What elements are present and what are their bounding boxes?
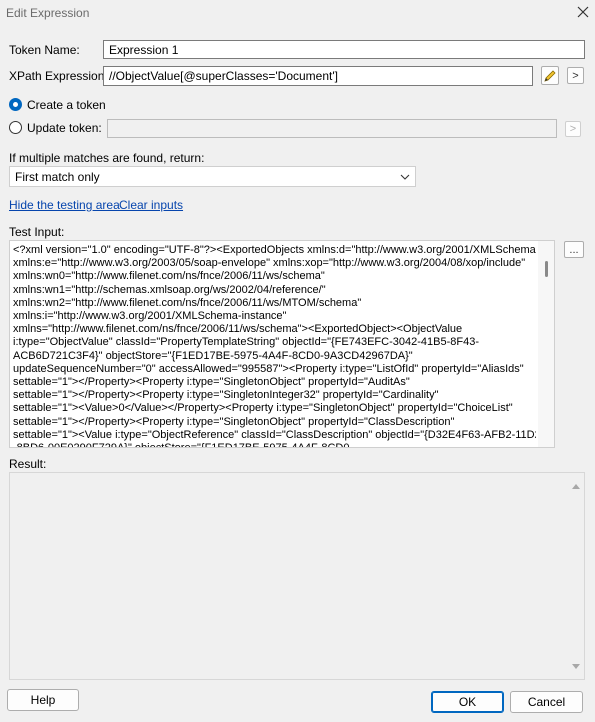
test-input-line: ACB6D721C3F4}" objectStore="{F1ED17BE-59… (13, 349, 413, 362)
result-area (9, 472, 585, 680)
test-input-line: xmlns:e="http://www.w3.org/2003/05/soap-… (13, 257, 526, 270)
scroll-up-arrow-icon[interactable] (571, 479, 581, 493)
test-input-line: updateSequenceNumber="0" accessAllowed="… (13, 362, 524, 375)
xpath-label: XPath Expression: (9, 69, 108, 83)
close-icon[interactable] (574, 3, 592, 21)
test-input-scroll-thumb[interactable] (545, 261, 548, 277)
test-input-scrollbar[interactable] (538, 241, 554, 447)
ok-button[interactable]: OK (431, 691, 504, 713)
test-input-line: xmlns:wn1="http://schemas.xmlsoap.org/ws… (13, 283, 326, 296)
test-input-line: <?xml version="1.0" encoding="UTF-8"?><E… (13, 244, 536, 256)
multiple-matches-label: If multiple matches are found, return: (9, 151, 205, 165)
multiple-matches-select[interactable]: First match only (9, 166, 416, 187)
update-token-label[interactable]: Update token: (27, 121, 102, 135)
test-input-textarea[interactable]: <?xml version="1.0" encoding="UTF-8"?><E… (9, 240, 555, 448)
pencil-icon (543, 69, 557, 83)
test-input-line: i:type="ObjectValue" classId="PropertyTe… (13, 336, 479, 349)
chevron-down-icon (400, 174, 410, 180)
xpath-input[interactable]: //ObjectValue[@superClasses='Document'] (103, 66, 533, 86)
test-input-line: xmlns:wn0="http://www.filenet.com/ns/fnc… (13, 270, 325, 283)
cancel-button[interactable]: Cancel (510, 691, 583, 713)
test-input-line: settable="1"><Value>0</Value></Property>… (13, 402, 513, 415)
test-input-line: xmlns:i="http://www.w3.org/2001/XMLSchem… (13, 310, 287, 323)
test-input-label: Test Input: (9, 225, 65, 239)
clear-inputs-link[interactable]: Clear inputs (119, 198, 183, 212)
test-input-line: settable="1"><Value i:type="ObjectRefere… (13, 428, 536, 441)
update-token-input[interactable] (107, 119, 557, 138)
test-input-line: settable="1"></Property><Property i:type… (13, 415, 455, 428)
hide-testing-area-link[interactable]: Hide the testing area (9, 198, 120, 212)
token-name-input[interactable]: Expression 1 (103, 40, 585, 59)
xpath-arrow-button[interactable]: > (567, 67, 584, 84)
result-label: Result: (9, 457, 47, 471)
test-input-line: xmlns:wn2="http://www.filenet.com/ns/fnc… (13, 296, 362, 309)
token-name-label: Token Name: (9, 43, 80, 57)
multiple-matches-value: First match only (15, 169, 100, 184)
window-title: Edit Expression (6, 6, 90, 20)
scroll-down-arrow-icon[interactable] (571, 659, 581, 673)
create-token-radio[interactable] (9, 98, 22, 111)
test-input-line: settable="1"></Property><Property i:type… (13, 389, 439, 402)
edit-xpath-button[interactable] (541, 66, 559, 85)
update-token-arrow-button[interactable]: > (565, 121, 581, 137)
help-button[interactable]: Help (7, 689, 79, 711)
test-input-line: settable="1"></Property><Property i:type… (13, 376, 410, 389)
update-token-radio[interactable] (9, 121, 22, 134)
test-input-line: xmlns="http://www.filenet.com/ns/fnce/20… (13, 323, 463, 336)
test-input-ellipsis-button[interactable]: ... (564, 241, 584, 258)
test-input-line: -8BD6-00E0290F729A}" objectStore="{F1ED1… (13, 442, 536, 447)
test-input-lines: <?xml version="1.0" encoding="UTF-8"?><E… (13, 244, 536, 447)
create-token-label[interactable]: Create a token (27, 98, 106, 112)
